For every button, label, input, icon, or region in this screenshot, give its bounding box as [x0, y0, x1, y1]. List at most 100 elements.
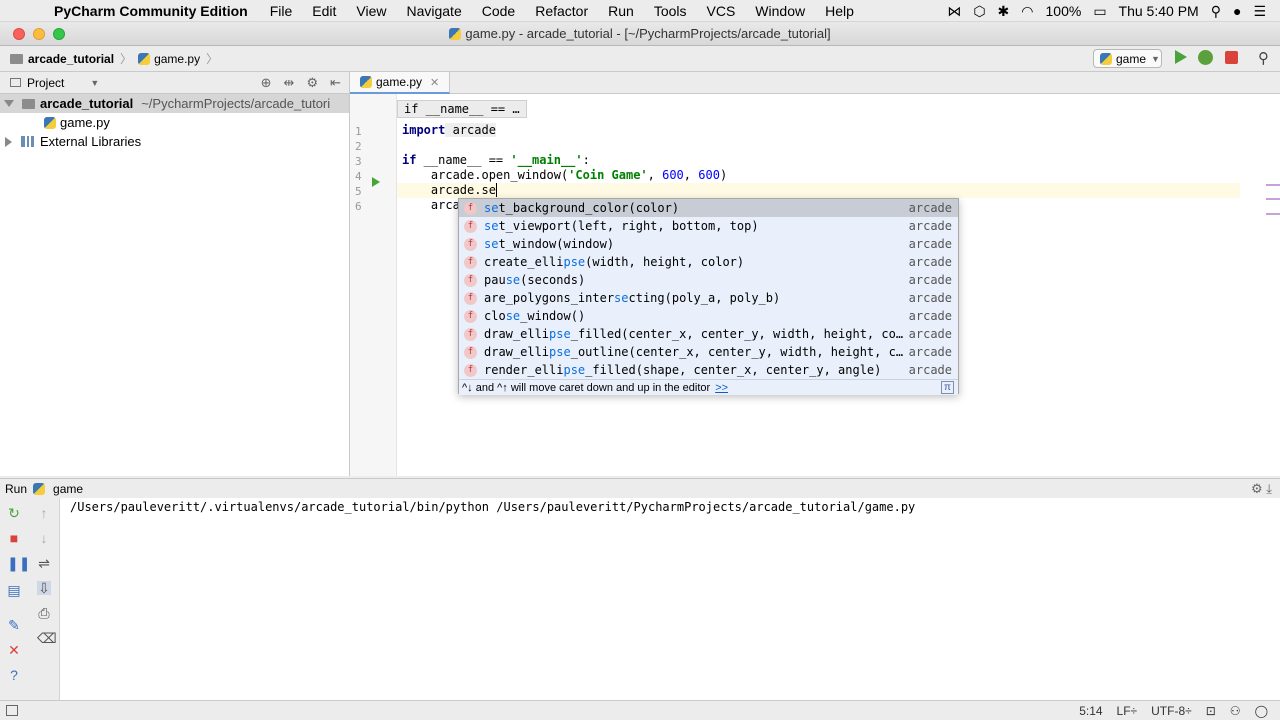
- bluetooth-icon[interactable]: ✱: [998, 3, 1010, 20]
- completion-item[interactable]: f draw_ellipse_outline(center_x, center_y…: [459, 343, 958, 361]
- completion-item[interactable]: f pause(seconds) arcade: [459, 271, 958, 289]
- completion-item-name: set_window(window): [484, 237, 614, 251]
- gear-icon[interactable]: ⚙: [306, 75, 318, 91]
- error-stripe[interactable]: [1240, 94, 1280, 476]
- menu-run[interactable]: Run: [608, 3, 634, 19]
- stop-icon[interactable]: ■: [7, 531, 21, 545]
- completion-item[interactable]: f set_background_color(color) arcade: [459, 199, 958, 217]
- hide-panel-icon[interactable]: ⇤: [330, 75, 341, 91]
- restore-layout-icon[interactable]: ▤: [7, 583, 21, 597]
- python-file-icon: [44, 116, 56, 129]
- rerun-icon[interactable]: ↻: [7, 506, 21, 520]
- breadcrumb-project[interactable]: arcade_tutorial: [28, 52, 114, 66]
- tool-windows-icon[interactable]: [6, 705, 18, 716]
- tab-game-py[interactable]: game.py ✕: [350, 72, 451, 94]
- scroll-to-end-icon[interactable]: ⇩: [37, 581, 51, 595]
- extension-icon[interactable]: ⋈: [947, 3, 961, 20]
- siri-icon[interactable]: ●: [1233, 3, 1241, 19]
- run-button[interactable]: [1175, 50, 1187, 64]
- menu-vcs[interactable]: VCS: [707, 3, 736, 19]
- inspection-icon[interactable]: ⚇: [1230, 704, 1241, 718]
- pin-icon[interactable]: ✎: [7, 618, 21, 632]
- code-line-1[interactable]: import arcade: [402, 123, 496, 137]
- menu-code[interactable]: Code: [482, 3, 515, 19]
- completion-item[interactable]: f render_ellipse_filled(shape, center_x, …: [459, 361, 958, 379]
- notification-center-icon[interactable]: ☰: [1253, 3, 1266, 20]
- code-text: __name__ ==: [416, 153, 511, 167]
- completion-module: arcade: [908, 345, 952, 359]
- expand-arrow-icon[interactable]: [4, 100, 14, 107]
- help-icon[interactable]: ?: [7, 668, 21, 682]
- completion-item[interactable]: f are_polygons_intersecting(poly_a, poly_…: [459, 289, 958, 307]
- pause-icon[interactable]: ❚❚: [7, 556, 30, 570]
- code-line-3[interactable]: if __name__ == '__main__':: [402, 153, 590, 167]
- app-menu[interactable]: PyCharm Community Edition: [54, 3, 248, 19]
- collapse-all-icon[interactable]: ⇹: [284, 75, 295, 91]
- breadcrumb-file[interactable]: game.py: [154, 52, 200, 66]
- pi-icon[interactable]: π: [941, 381, 954, 394]
- spotlight-icon[interactable]: ⚲: [1211, 3, 1221, 20]
- box-icon[interactable]: ⬡: [973, 3, 985, 20]
- search-everywhere-icon[interactable]: ⚲: [1258, 49, 1269, 67]
- menu-navigate[interactable]: Navigate: [406, 3, 461, 19]
- soft-wrap-icon[interactable]: ⇌: [37, 556, 51, 570]
- down-arrow-icon[interactable]: ↓: [37, 531, 51, 545]
- code-text: arcade: [445, 123, 496, 137]
- trash-icon[interactable]: ⌫: [37, 631, 57, 645]
- code-line-4[interactable]: arcade.open_window('Coin Game', 600, 600…: [402, 168, 727, 182]
- completion-rest: t_window(window): [498, 237, 615, 251]
- event-log-icon[interactable]: ◯: [1255, 704, 1268, 718]
- line-separator[interactable]: LF÷: [1117, 704, 1138, 718]
- menu-file[interactable]: File: [270, 3, 293, 19]
- completion-hint-link[interactable]: >>: [715, 382, 728, 394]
- scroll-from-source-icon[interactable]: ⊕: [261, 75, 272, 91]
- completion-item[interactable]: f set_viewport(left, right, bottom, top) a…: [459, 217, 958, 235]
- tree-item-game-py[interactable]: game.py: [0, 113, 349, 132]
- project-view-icon: [10, 78, 21, 87]
- run-gutter-icon[interactable]: [372, 177, 380, 187]
- console-output[interactable]: /Users/pauleveritt/.virtualenvs/arcade_t…: [70, 500, 915, 514]
- code-line-6[interactable]: arca: [402, 198, 460, 212]
- chevron-down-icon[interactable]: ▼: [90, 78, 99, 88]
- caret-position[interactable]: 5:14: [1079, 704, 1102, 718]
- debug-button[interactable]: [1198, 50, 1213, 65]
- stripe-mark[interactable]: [1266, 213, 1280, 215]
- run-config-name[interactable]: game: [53, 482, 83, 496]
- menu-edit[interactable]: Edit: [312, 3, 336, 19]
- stripe-mark[interactable]: [1266, 184, 1280, 186]
- line-gutter[interactable]: 1 2 3 4 5 6: [350, 94, 397, 476]
- menu-tools[interactable]: Tools: [654, 3, 687, 19]
- completion-item[interactable]: f close_window() arcade: [459, 307, 958, 325]
- close-tab-icon[interactable]: ✕: [430, 76, 439, 89]
- project-view-select[interactable]: Project: [27, 76, 64, 90]
- gear-icon[interactable]: ⚙: [1251, 481, 1263, 496]
- stop-button[interactable]: [1225, 51, 1238, 64]
- menu-window[interactable]: Window: [755, 3, 805, 19]
- up-arrow-icon[interactable]: ↑: [37, 506, 51, 520]
- hide-panel-icon[interactable]: ⤓: [1266, 481, 1272, 496]
- battery-icon[interactable]: ▭: [1093, 3, 1106, 20]
- completion-match: pse: [549, 327, 571, 341]
- print-icon[interactable]: ⎙: [37, 606, 51, 620]
- file-encoding[interactable]: UTF-8÷: [1151, 704, 1192, 718]
- menu-view[interactable]: View: [356, 3, 386, 19]
- menu-refactor[interactable]: Refactor: [535, 3, 588, 19]
- run-config-select[interactable]: game ▼: [1093, 49, 1162, 68]
- completion-item[interactable]: f create_ellipse(width, height, color) arc…: [459, 253, 958, 271]
- tree-item-project-root[interactable]: arcade_tutorial ~/PycharmProjects/arcade…: [0, 94, 349, 113]
- tree-item-external-libraries[interactable]: External Libraries: [0, 132, 349, 151]
- line-number: 3: [355, 155, 362, 168]
- completion-item[interactable]: f draw_ellipse_filled(center_x, center_y,…: [459, 325, 958, 343]
- completion-match: pse: [563, 255, 586, 269]
- wifi-icon[interactable]: ◠: [1021, 3, 1033, 20]
- code-line-5[interactable]: arcade.se: [402, 183, 497, 197]
- code-text: arca: [402, 198, 460, 212]
- function-icon: f: [464, 345, 477, 359]
- stripe-mark[interactable]: [1266, 198, 1280, 200]
- menu-help[interactable]: Help: [825, 3, 854, 19]
- close-icon[interactable]: ✕: [7, 643, 21, 657]
- clock[interactable]: Thu 5:40 PM: [1119, 3, 1199, 19]
- completion-item[interactable]: f set_window(window) arcade: [459, 235, 958, 253]
- lock-icon[interactable]: ⊡: [1206, 704, 1216, 718]
- collapse-arrow-icon[interactable]: [5, 136, 12, 147]
